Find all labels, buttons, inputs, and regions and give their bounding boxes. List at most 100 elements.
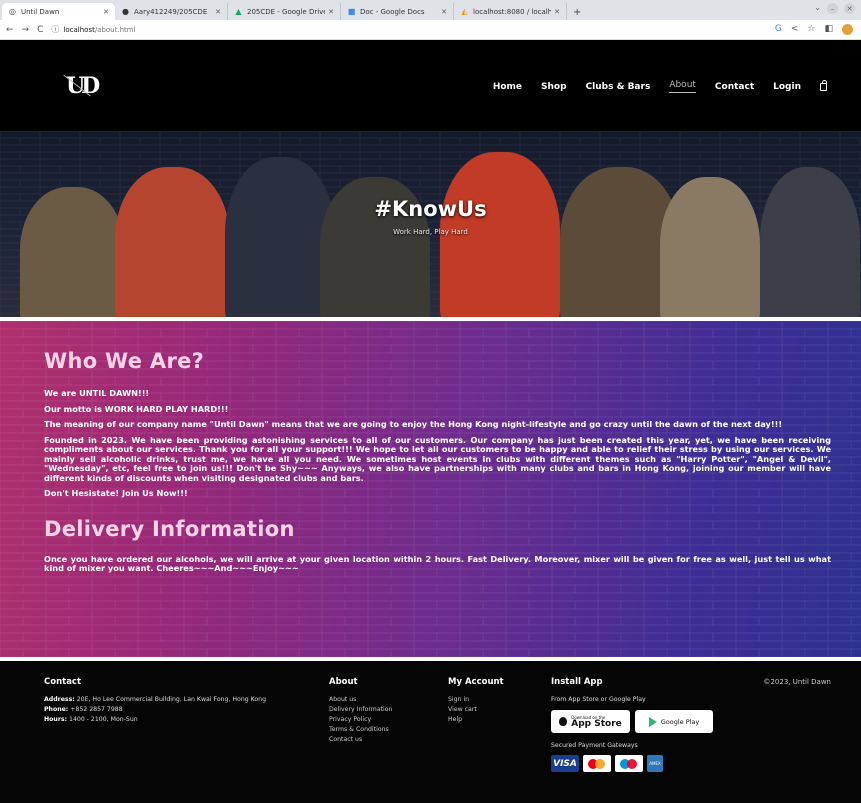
globe-icon: ◎ bbox=[9, 7, 16, 16]
footer-link-about-us[interactable]: About us bbox=[329, 696, 392, 703]
site-logo[interactable]: UD bbox=[66, 73, 100, 99]
nav-about[interactable]: About bbox=[669, 80, 696, 93]
profile-avatar[interactable] bbox=[842, 24, 853, 35]
amex-icon: AMEX bbox=[647, 755, 663, 772]
tab-search-icon[interactable]: ⌄ bbox=[814, 3, 821, 14]
browser-tab-github[interactable]: ● Aary412249/205CDE ✕ bbox=[115, 3, 228, 20]
share-icon[interactable]: < bbox=[791, 24, 799, 35]
minimize-button[interactable]: – bbox=[827, 3, 838, 14]
footer-account: My Account Sign in View cart Help bbox=[448, 677, 504, 726]
url-field[interactable]: localhost/about.html bbox=[63, 26, 135, 34]
info-icon[interactable]: ⓘ bbox=[51, 24, 59, 35]
illustrated-figure bbox=[225, 157, 335, 317]
illustrated-figure bbox=[760, 167, 860, 317]
browser-tab-bar: ◎ Until Dawn ✕ ● Aary412249/205CDE ✕ ▲ 2… bbox=[0, 0, 861, 20]
google-play-button[interactable]: Google Play bbox=[635, 710, 713, 733]
about-paragraph: We are UNTIL DAWN!!! bbox=[44, 388, 150, 398]
close-icon[interactable]: ✕ bbox=[215, 8, 221, 16]
app-store-text: Download on the App Store bbox=[571, 715, 622, 729]
nav-shop[interactable]: Shop bbox=[541, 82, 567, 92]
contact-address: Address: 20E, Ho Lee Commercial Building… bbox=[44, 696, 266, 703]
forward-icon[interactable]: → bbox=[22, 25, 30, 35]
footer-heading: Contact bbox=[44, 677, 82, 687]
app-store-button[interactable]: Download on the App Store bbox=[551, 710, 630, 733]
maestro-icon bbox=[615, 755, 643, 772]
browser-tab-phpmyadmin[interactable]: ◭ localhost:8080 / localhost ✕ bbox=[454, 3, 567, 20]
footer-link-sign-in[interactable]: Sign in bbox=[448, 696, 504, 703]
close-icon[interactable]: ✕ bbox=[103, 8, 109, 16]
shopping-bag-icon[interactable] bbox=[820, 79, 827, 91]
delivery-heading: Delivery Information bbox=[44, 516, 295, 541]
who-we-are-heading: Who We Are? bbox=[44, 349, 205, 373]
back-icon[interactable]: ← bbox=[6, 25, 14, 35]
footer-link-contact[interactable]: Contact us bbox=[329, 736, 392, 743]
browser-tab-drive[interactable]: ▲ 205CDE - Google Drive ✕ bbox=[228, 3, 341, 20]
url-path: /about.html bbox=[94, 25, 136, 34]
about-paragraph: Our motto is WORK HARD PLAY HARD!!! bbox=[44, 403, 229, 414]
close-window-button[interactable]: ✕ bbox=[844, 3, 855, 14]
tab-title: localhost:8080 / localhost bbox=[473, 7, 552, 16]
mastercard-icon bbox=[583, 755, 611, 772]
about-content: Who We Are? We are UNTIL DAWN!!! Our mot… bbox=[0, 321, 861, 574]
close-icon[interactable]: ✕ bbox=[328, 8, 334, 16]
footer-link-terms[interactable]: Terms & Conditions bbox=[329, 726, 392, 733]
browser-toolbar-right: G < ☆ ◧ bbox=[775, 24, 853, 35]
store-buttons: Download on the App Store Google Play bbox=[551, 710, 713, 733]
footer-link-help[interactable]: Help bbox=[448, 716, 504, 723]
nav-login[interactable]: Login bbox=[773, 82, 801, 92]
nav-home[interactable]: Home bbox=[493, 82, 522, 92]
site-footer: Contact Address: 20E, Ho Lee Commercial … bbox=[0, 661, 861, 803]
phpmyadmin-icon: ◭ bbox=[461, 7, 468, 16]
footer-link-privacy[interactable]: Privacy Policy bbox=[329, 716, 392, 723]
github-icon: ● bbox=[122, 7, 129, 16]
close-icon[interactable]: ✕ bbox=[554, 8, 560, 16]
footer-install-app: Install App From App Store or Google Pla… bbox=[551, 677, 713, 772]
illustrated-figure bbox=[115, 167, 230, 317]
tab-title: Until Dawn bbox=[21, 7, 60, 16]
about-paragraph: The meaning of our company name "Until D… bbox=[44, 419, 783, 429]
bookmark-star-icon[interactable]: ☆ bbox=[807, 24, 815, 35]
site-header: UD Home Shop Clubs & Bars About Contact … bbox=[0, 40, 861, 131]
payment-cards: VISA AMEX bbox=[551, 755, 713, 772]
footer-link-view-cart[interactable]: View cart bbox=[448, 706, 504, 713]
footer-heading: About bbox=[329, 677, 358, 687]
footer-heading: My Account bbox=[448, 677, 504, 687]
reload-icon[interactable]: C bbox=[37, 25, 43, 35]
nav-contact[interactable]: Contact bbox=[715, 82, 754, 92]
footer-about: About About us Delivery Information Priv… bbox=[329, 677, 392, 746]
hero-banner: #KnowUs Work Hard, Play Hard bbox=[0, 131, 861, 317]
close-icon[interactable]: ✕ bbox=[441, 8, 447, 16]
window-controls: ⌄ – ✕ bbox=[814, 3, 855, 14]
payment-label: Secured Payment Gateways bbox=[551, 742, 638, 749]
tab-title: Doc - Google Docs bbox=[360, 7, 425, 16]
new-tab-button[interactable]: + bbox=[567, 7, 587, 20]
visa-card-icon: VISA bbox=[551, 755, 579, 772]
footer-heading: Install App bbox=[551, 677, 603, 687]
google-play-icon bbox=[648, 716, 657, 727]
hero-title: #KnowUs bbox=[374, 197, 487, 221]
footer-link-delivery[interactable]: Delivery Information bbox=[329, 706, 392, 713]
phone-label: Phone: bbox=[44, 706, 69, 713]
hero-subtitle: Work Hard, Play Hard bbox=[393, 228, 468, 236]
address-bar: ← → C ⓘ localhost/about.html G < ☆ ◧ bbox=[0, 20, 861, 40]
main-nav: Home Shop Clubs & Bars About Contact Log… bbox=[493, 79, 827, 93]
tab-title: 205CDE - Google Drive bbox=[247, 7, 326, 16]
phone-value: +852 2857 7988 bbox=[70, 706, 123, 713]
about-paragraph: Founded in 2023. We have been providing … bbox=[44, 434, 831, 483]
app-store-big-text: App Store bbox=[571, 718, 622, 729]
footer-contact: Contact Address: 20E, Ho Lee Commercial … bbox=[44, 677, 266, 726]
nav-clubs-bars[interactable]: Clubs & Bars bbox=[586, 82, 651, 92]
apple-icon bbox=[559, 717, 568, 726]
google-play-text: Google Play bbox=[660, 717, 700, 726]
contact-hours: Hours: 1400 - 2100, Mon-Sun bbox=[44, 716, 266, 723]
docs-icon: ■ bbox=[347, 7, 356, 16]
install-app-subtitle: From App Store or Google Play bbox=[551, 696, 646, 703]
sidebar-icon[interactable]: ◧ bbox=[824, 24, 833, 35]
tab-title: Aary412249/205CDE bbox=[134, 7, 208, 16]
copyright: ©2023, Until Dawn bbox=[763, 678, 831, 686]
browser-tab-docs[interactable]: ■ Doc - Google Docs ✕ bbox=[341, 3, 454, 20]
address-value: 20E, Ho Lee Commercial Building, Lan Kwa… bbox=[76, 696, 267, 703]
google-icon[interactable]: G bbox=[775, 24, 782, 35]
about-section: Who We Are? We are UNTIL DAWN!!! Our mot… bbox=[0, 321, 861, 657]
browser-tab-until-dawn[interactable]: ◎ Until Dawn ✕ bbox=[2, 3, 115, 20]
